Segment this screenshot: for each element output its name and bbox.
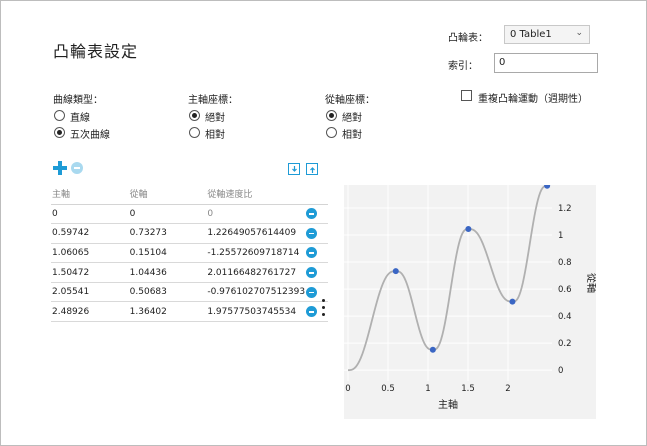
curve-type-quintic-label: 五次曲線 <box>70 130 110 141</box>
velocity-ratio-cell[interactable]: 2.01166482761727 <box>206 262 306 283</box>
master-coord-absolute-label: 絕對 <box>205 113 225 124</box>
y-tick-label: 0.2 <box>558 339 572 349</box>
cam-table-label: 凸輪表： <box>448 33 488 44</box>
table-row[interactable]: 1.06065 0.15104 -1.25572609718714 <box>51 243 328 264</box>
slave-coord-absolute-label: 絕對 <box>342 113 362 124</box>
x-tick-label: 0 <box>345 384 350 394</box>
y-tick-label: 0.8 <box>558 258 572 268</box>
master-coord-relative-radio[interactable] <box>189 127 200 138</box>
cam-point-marker[interactable] <box>392 268 399 275</box>
slave-cell[interactable]: 1.36402 <box>128 301 207 323</box>
export-icon[interactable] <box>306 163 318 175</box>
velocity-ratio-column-header: 從軸速度比 <box>206 184 306 205</box>
cam-table-select[interactable]: 0 Table1 ⌄ <box>504 25 590 44</box>
repeat-checkbox[interactable] <box>461 90 472 101</box>
remove-point-icon[interactable] <box>306 247 318 259</box>
slave-coord-relative-label: 相對 <box>342 130 362 141</box>
master-cell[interactable]: 2.48926 <box>51 301 129 323</box>
table-row[interactable]: 2.48926 1.36402 1.97577503745534 <box>51 301 328 323</box>
table-row[interactable]: 0.59742 0.73273 1.22649057614409 <box>51 223 328 244</box>
more-options-icon[interactable] <box>322 299 326 319</box>
curve-type-linear-label: 直線 <box>70 113 90 124</box>
cam-curve-chart-svg: 0 0.2 0.4 0.6 0.8 1 1.2 0 0.5 1 1.5 2 主軸 從軸 <box>344 182 598 411</box>
cam-curve-chart: 0 0.2 0.4 0.6 0.8 1 1.2 0 0.5 1 1.5 2 主軸 從軸 <box>344 182 598 419</box>
slave-coord-relative-radio[interactable] <box>326 127 337 138</box>
x-tick-label: 0.5 <box>381 384 395 394</box>
remove-point-icon[interactable] <box>306 208 318 220</box>
master-column-header: 主軸 <box>51 184 129 205</box>
velocity-ratio-cell[interactable]: 1.22649057614409 <box>206 223 306 244</box>
curve-type-linear-radio[interactable] <box>54 110 65 121</box>
velocity-ratio-cell[interactable]: 1.97577503745534 <box>206 301 306 323</box>
y-tick-label: 0.6 <box>558 285 572 295</box>
master-coord-relative-label: 相對 <box>205 130 225 141</box>
slave-coord-label: 從軸座標： <box>325 95 375 106</box>
table-row[interactable]: 1.50472 1.04436 2.01166482761727 <box>51 262 328 283</box>
index-input[interactable]: 0 <box>494 53 598 73</box>
slave-cell[interactable]: 0.50683 <box>128 282 207 303</box>
cam-table-settings-window: 凸輪表設定 凸輪表： 0 Table1 ⌄ 索引： 0 重複凸輪運動（週期性） … <box>0 0 647 446</box>
slave-column-header: 從軸 <box>128 184 207 205</box>
x-axis-title: 主軸 <box>438 398 458 411</box>
add-row-icon[interactable] <box>53 161 67 175</box>
master-coord-label: 主軸座標： <box>188 95 238 106</box>
slave-cell[interactable]: 1.04436 <box>128 262 207 283</box>
y-tick-label: 0.4 <box>558 312 572 322</box>
page-title: 凸輪表設定 <box>53 42 139 61</box>
repeat-label: 重複凸輪運動（週期性） <box>478 94 588 105</box>
x-tick-label: 2 <box>505 384 510 394</box>
cam-point-marker[interactable] <box>544 182 551 189</box>
chevron-down-icon: ⌄ <box>575 28 583 38</box>
cam-point-marker[interactable] <box>465 226 472 233</box>
curve-type-label: 曲線類型： <box>53 95 103 106</box>
cam-curve-line <box>347 185 550 372</box>
remove-point-icon[interactable] <box>306 227 318 239</box>
cam-table-selected-value: 0 Table1 <box>510 29 552 40</box>
master-cell[interactable]: 0 <box>51 204 129 225</box>
index-label: 索引： <box>448 61 478 72</box>
slave-coord-absolute-radio[interactable] <box>326 110 337 121</box>
master-cell[interactable]: 2.05541 <box>51 282 129 303</box>
y-tick-label: 1 <box>558 231 563 241</box>
x-tick-label: 1.5 <box>461 384 475 394</box>
cam-point-marker[interactable] <box>429 346 436 353</box>
table-row[interactable]: 2.05541 0.50683 -0.976102707512393 <box>51 282 328 303</box>
y-tick-label: 1.2 <box>558 204 572 214</box>
remove-point-icon[interactable] <box>306 286 318 298</box>
master-cell[interactable]: 0.59742 <box>51 223 129 244</box>
velocity-ratio-cell[interactable]: -1.25572609718714 <box>206 243 306 264</box>
y-tick-label: 0 <box>558 366 563 376</box>
y-axis-title: 從軸 <box>585 273 596 293</box>
slave-cell[interactable]: 0 <box>128 204 207 225</box>
table-row[interactable]: 0 0 0 <box>51 204 328 225</box>
master-cell[interactable]: 1.50472 <box>51 262 129 283</box>
table-header-row: 主軸 從軸 從軸速度比 <box>51 184 328 205</box>
cam-point-table: 主軸 從軸 從軸速度比 0 0 0 0.59742 0.73273 1.2264… <box>51 184 328 323</box>
master-cell[interactable]: 1.06065 <box>51 243 129 264</box>
cam-point-marker[interactable] <box>509 298 516 305</box>
slave-cell[interactable]: 0.73273 <box>128 223 207 244</box>
remove-point-icon[interactable] <box>306 267 318 279</box>
x-tick-label: 1 <box>425 384 430 394</box>
velocity-ratio-cell[interactable]: -0.976102707512393 <box>206 282 306 303</box>
import-icon[interactable] <box>288 163 300 175</box>
remove-point-icon[interactable] <box>306 306 318 318</box>
slave-cell[interactable]: 0.15104 <box>128 243 207 264</box>
curve-type-quintic-radio[interactable] <box>54 127 65 138</box>
velocity-ratio-cell[interactable]: 0 <box>206 204 306 225</box>
remove-row-icon[interactable] <box>71 162 83 174</box>
master-coord-absolute-radio[interactable] <box>189 110 200 121</box>
